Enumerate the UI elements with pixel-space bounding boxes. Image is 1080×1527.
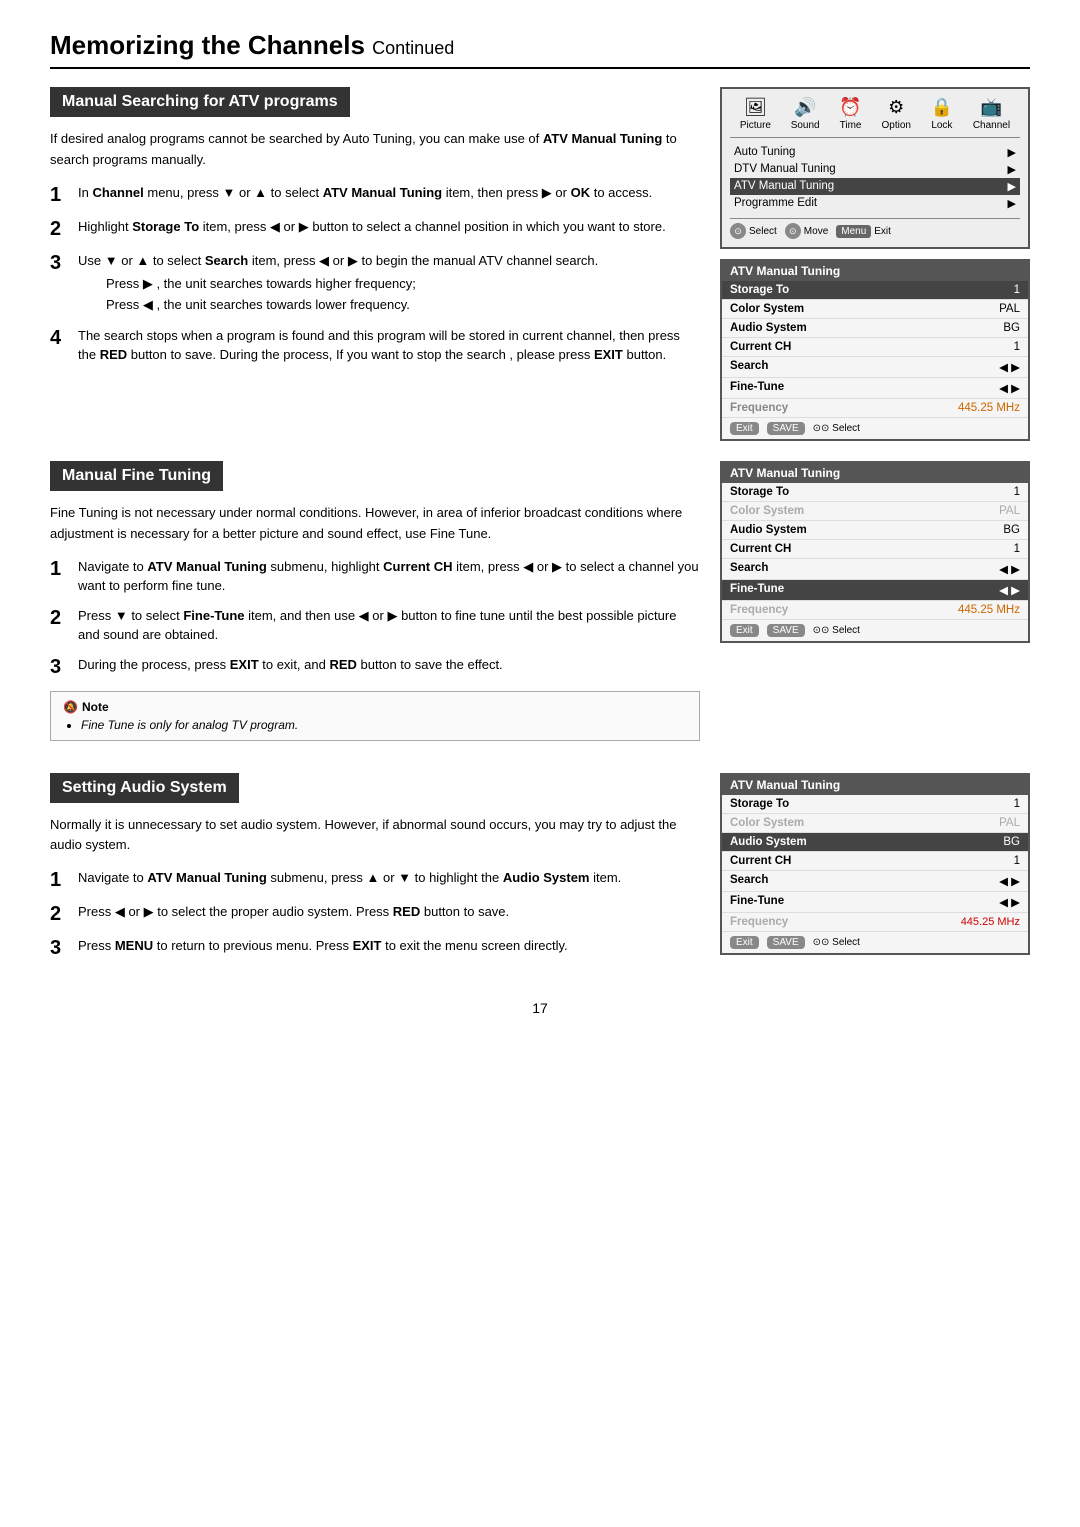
setting-audio-steps: 1 Navigate to ATV Manual Tuning submenu,…	[50, 868, 700, 960]
setting-audio-left: Setting Audio System Normally it is unne…	[50, 773, 700, 971]
atv-current-ch-2: Current CH 1	[722, 540, 1028, 559]
sa-step-3: 3 Press MENU to return to previous menu.…	[50, 936, 700, 960]
menu-icons: 🖼 Picture 🔊 Sound ⏰ Time ⚙ Option 🔒	[730, 97, 1020, 138]
atv-fine-tune-2: Fine-Tune ◀ ▶	[722, 580, 1028, 601]
manual-fine-tuning-right: ATV Manual Tuning Storage To 1 Color Sys…	[720, 461, 1030, 753]
atv-frequency-2: Frequency 445.25 MHz	[722, 601, 1028, 620]
manual-searching-header: Manual Searching for ATV programs	[50, 87, 350, 117]
menu-row-atv: ATV Manual Tuning ▶	[730, 178, 1020, 195]
icon-picture: 🖼 Picture	[740, 97, 771, 131]
exit-btn: Menu	[836, 225, 871, 238]
fine-tuning-steps: 1 Navigate to ATV Manual Tuning submenu,…	[50, 557, 700, 679]
sa-step-2: 2 Press ◀ or ▶ to select the proper audi…	[50, 902, 700, 926]
atv-storage-to-2: Storage To 1	[722, 483, 1028, 502]
manual-searching-section: Manual Searching for ATV programs If des…	[50, 87, 1030, 441]
step-2: 2 Highlight Storage To item, press ◀ or …	[50, 217, 700, 241]
step-1: 1 In Channel menu, press ▼ or ▲ to selec…	[50, 183, 700, 207]
atv-fine-tune-3: Fine-Tune ◀ ▶	[722, 892, 1028, 913]
manual-searching-right: 🖼 Picture 🔊 Sound ⏰ Time ⚙ Option 🔒	[720, 87, 1030, 441]
atv-fine-tune-1: Fine-Tune ◀ ▶	[722, 378, 1028, 399]
atv-footer-1: Exit SAVE ⊙⊙ Select	[722, 418, 1028, 439]
manual-fine-tuning-left: Manual Fine Tuning Fine Tuning is not ne…	[50, 461, 700, 753]
manual-searching-steps: 1 In Channel menu, press ▼ or ▲ to selec…	[50, 183, 700, 365]
atv-frequency-3: Frequency 445.25 MHz	[722, 913, 1028, 932]
icon-time: ⏰ Time	[839, 97, 861, 131]
icon-option: ⚙ Option	[881, 97, 910, 131]
atv-audio-system-3: Audio System BG	[722, 833, 1028, 852]
manual-searching-left: Manual Searching for ATV programs If des…	[50, 87, 700, 441]
atv-frequency-1: Frequency 445.25 MHz	[722, 399, 1028, 418]
note-item: Fine Tune is only for analog TV program.	[81, 718, 687, 732]
step-3: 3 Use ▼ or ▲ to select Search item, pres…	[50, 251, 700, 316]
ft-step-2: 2 Press ▼ to select Fine-Tune item, and …	[50, 606, 700, 645]
continued-label: Continued	[372, 38, 454, 58]
icon-sound: 🔊 Sound	[791, 97, 820, 131]
atv-search-2: Search ◀ ▶	[722, 559, 1028, 580]
atv-current-ch-1: Current CH 1	[722, 338, 1028, 357]
atv-color-system-3: Color System PAL	[722, 814, 1028, 833]
atv-audio-system-1: Audio System BG	[722, 319, 1028, 338]
atv-storage-to-1: Storage To 1	[722, 281, 1028, 300]
atv-footer-2: Exit SAVE ⊙⊙ Select	[722, 620, 1028, 641]
note-icon: 🔕	[63, 700, 78, 714]
setting-audio-section: Setting Audio System Normally it is unne…	[50, 773, 1030, 971]
atv-current-ch-3: Current CH 1	[722, 852, 1028, 871]
manual-fine-tuning-section: Manual Fine Tuning Fine Tuning is not ne…	[50, 461, 1030, 753]
setting-audio-intro: Normally it is unnecessary to set audio …	[50, 815, 700, 857]
menu-row-dtv: DTV Manual Tuning ▶	[730, 161, 1020, 178]
select-btn-icon: ⊙	[730, 223, 746, 239]
title-text: Memorizing the Channels	[50, 30, 365, 60]
page-title: Memorizing the Channels Continued	[50, 30, 1030, 69]
menu-row-programme-edit: Programme Edit ▶	[730, 195, 1020, 212]
step-4: 4 The search stops when a program is fou…	[50, 326, 700, 365]
page-number: 17	[50, 1000, 1030, 1016]
atv-panel-2: ATV Manual Tuning Storage To 1 Color Sys…	[720, 461, 1030, 643]
atv-search-3: Search ◀ ▶	[722, 871, 1028, 892]
tv-menu-box: 🖼 Picture 🔊 Sound ⏰ Time ⚙ Option 🔒	[720, 87, 1030, 249]
atv-audio-system-2: Audio System BG	[722, 521, 1028, 540]
atv-color-system-2: Color System PAL	[722, 502, 1028, 521]
ft-step-3: 3 During the process, press EXIT to exit…	[50, 655, 700, 679]
note-box: 🔕 Note Fine Tune is only for analog TV p…	[50, 691, 700, 741]
ft-step-1: 1 Navigate to ATV Manual Tuning submenu,…	[50, 557, 700, 596]
manual-fine-tuning-intro: Fine Tuning is not necessary under norma…	[50, 503, 700, 545]
atv-color-system-1: Color System PAL	[722, 300, 1028, 319]
menu-row-auto-tuning: Auto Tuning ▶	[730, 144, 1020, 161]
setting-audio-header: Setting Audio System	[50, 773, 239, 803]
icon-lock: 🔒 Lock	[931, 97, 953, 131]
atv-footer-3: Exit SAVE ⊙⊙ Select	[722, 932, 1028, 953]
atv-panel-1: ATV Manual Tuning Storage To 1 Color Sys…	[720, 259, 1030, 441]
move-btn-icon: ⊙	[785, 223, 801, 239]
setting-audio-right: ATV Manual Tuning Storage To 1 Color Sys…	[720, 773, 1030, 971]
atv-storage-to-3: Storage To 1	[722, 795, 1028, 814]
menu-footer: ⊙ Select ⊙ Move Menu Exit	[730, 218, 1020, 239]
atv-panel-3: ATV Manual Tuning Storage To 1 Color Sys…	[720, 773, 1030, 955]
atv-search-1: Search ◀ ▶	[722, 357, 1028, 378]
icon-channel: 📺 Channel	[973, 97, 1010, 131]
manual-fine-tuning-header: Manual Fine Tuning	[50, 461, 223, 491]
sa-step-1: 1 Navigate to ATV Manual Tuning submenu,…	[50, 868, 700, 892]
manual-searching-intro: If desired analog programs cannot be sea…	[50, 129, 700, 171]
